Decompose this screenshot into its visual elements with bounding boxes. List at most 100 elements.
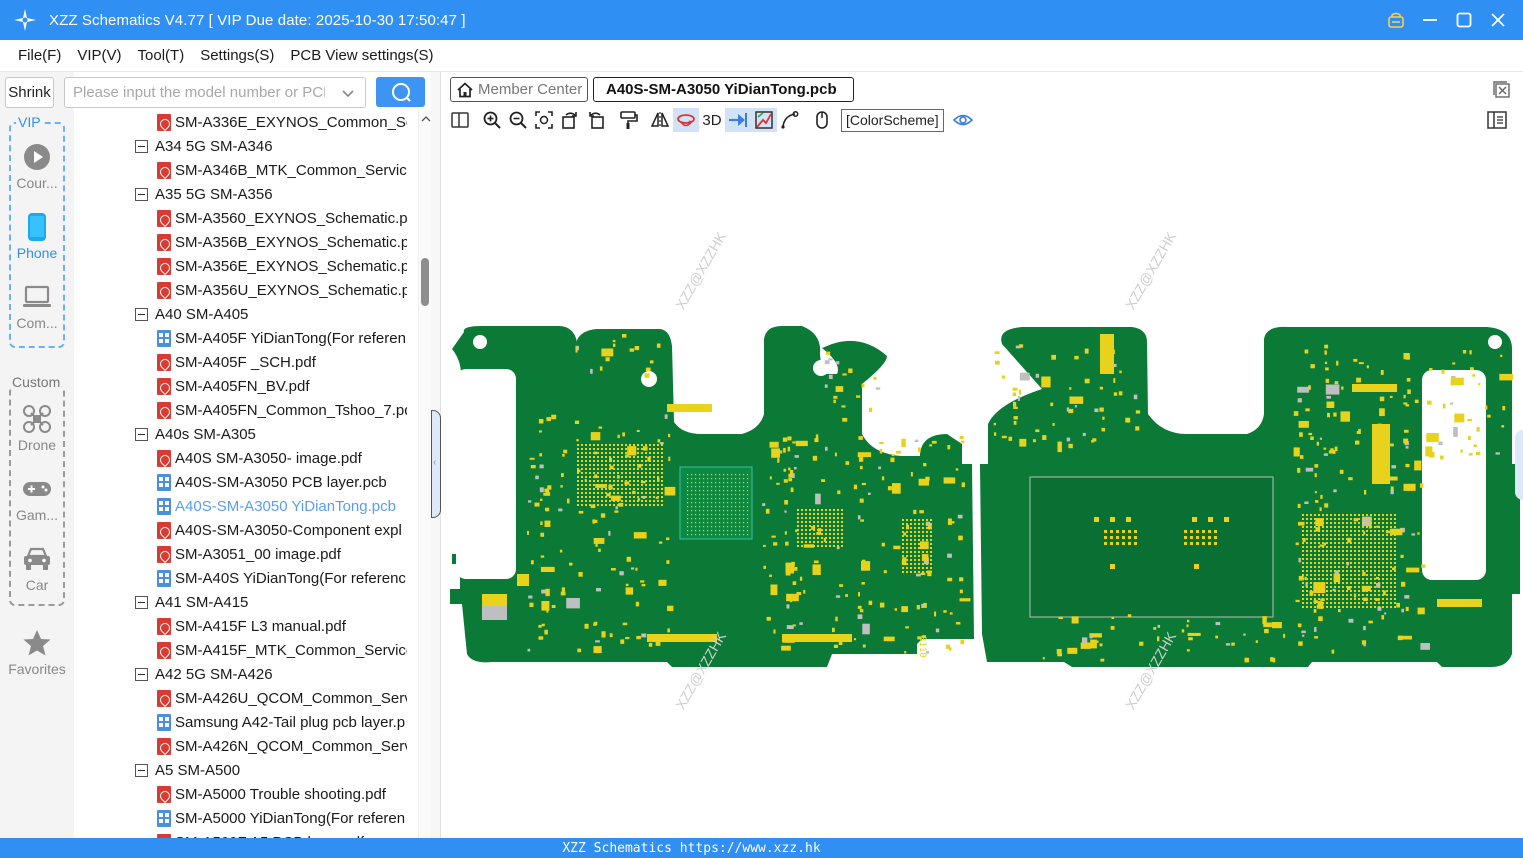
mouse-mode-button[interactable] [809, 108, 835, 132]
lock-icon[interactable] [1385, 9, 1407, 31]
tree-file[interactable]: SM-A346B_MTK_Common_Service_ [157, 158, 407, 182]
fit-view-button[interactable] [531, 108, 557, 132]
rail-item-drone[interactable]: Drone [0, 404, 74, 453]
search-button[interactable] [376, 77, 425, 107]
mirror-button[interactable] [647, 108, 673, 132]
menu-settings[interactable]: Settings(S) [192, 40, 282, 72]
scroll-up-icon[interactable] [421, 114, 431, 124]
tree-file[interactable]: SM-A500F A5 PCB layer.pdf [157, 830, 364, 838]
pcb-file-icon [157, 713, 171, 731]
model-search-field[interactable] [64, 77, 366, 108]
tree-group[interactable]: A40s SM-A305 [135, 422, 256, 446]
tree-group[interactable]: A40 SM-A405 [135, 302, 248, 326]
flip-board-button[interactable] [673, 108, 699, 132]
close-all-tabs-icon[interactable] [1492, 80, 1512, 100]
tab-active-pcb[interactable]: A40S-SM-A3050 YiDianTong.pcb [593, 77, 854, 102]
right-panel-handle[interactable] [1515, 430, 1523, 500]
scrollbar-thumb[interactable] [421, 258, 429, 306]
status-bar: XZZ Schematics https://www.xzz.hk [0, 838, 1523, 858]
maximize-button[interactable] [1453, 9, 1475, 31]
tree-item-label: SM-A426U_QCOM_Common_Servi [175, 689, 407, 707]
panel-splitter[interactable]: ‹ [431, 72, 441, 838]
rail-item-phone[interactable]: Phone [0, 212, 74, 261]
tree-scrollbar[interactable] [418, 110, 431, 838]
side-panel-toggle-icon[interactable] [1486, 109, 1508, 131]
chevron-down-icon[interactable] [340, 85, 356, 101]
tree-file[interactable]: SM-A336E_EXYNOS_Common_Serv [157, 110, 407, 134]
tree-group[interactable]: A41 SM-A415 [135, 590, 248, 614]
pcb-board[interactable]: 3110 [442, 134, 1523, 838]
tree-file[interactable]: SM-A5000 Trouble shooting.pdf [157, 782, 386, 806]
pcb-canvas[interactable]: XZZ@XZZHK XZZ@XZZHK XZZ@XZZHK XZZ@XZZHK … [442, 134, 1523, 838]
visibility-button[interactable] [950, 108, 976, 132]
3d-view-button[interactable]: 3D [699, 112, 725, 129]
tree-file[interactable]: A40S SM-A3050- image.pdf [157, 446, 362, 470]
menu-vip[interactable]: VIP(V) [69, 40, 129, 72]
pcb-file-icon [157, 473, 171, 491]
color-scheme-button[interactable]: [ColorScheme] [841, 108, 944, 132]
shield-frame [1029, 476, 1274, 618]
tree-group[interactable]: A35 5G SM-A356 [135, 182, 273, 206]
trace-view-button[interactable] [751, 108, 777, 132]
tree-file[interactable]: SM-A426N_QCOM_Common_Servi [157, 734, 407, 758]
title-bar: XZZ Schematics V4.77 [ VIP Due date: 202… [0, 0, 1523, 40]
collapse-panel-handle[interactable]: ‹ [431, 410, 441, 518]
mount-hole [932, 348, 948, 364]
pcb-file-icon [157, 809, 171, 827]
rotate-right-button[interactable] [583, 108, 609, 132]
mouse-icon [816, 111, 828, 129]
tree-file[interactable]: SM-A356E_EXYNOS_Schematic.pdf [157, 254, 407, 278]
split-view-button[interactable] [447, 108, 473, 132]
menu-file[interactable]: File(F) [10, 40, 69, 72]
close-button[interactable] [1487, 9, 1509, 31]
tree-item-label: A40S-SM-A3050-Component expl [175, 521, 402, 539]
tree-group[interactable]: A5 SM-A500 [135, 758, 240, 782]
collapse-toggle-icon[interactable] [135, 139, 148, 153]
tree-file[interactable]: Samsung A42-Tail plug pcb layer.p [157, 710, 405, 734]
tree-file[interactable]: SM-A405FN_Common_Tshoo_7.pd [157, 398, 407, 422]
rail-item-courses[interactable]: Cour... [0, 142, 74, 191]
tree-file[interactable]: SM-A405F _SCH.pdf [157, 350, 316, 374]
tree-file[interactable]: SM-A5000 YiDianTong(For referen [157, 806, 405, 830]
tree-file[interactable]: SM-A356B_EXYNOS_Schematic.pdf [157, 230, 407, 254]
measure-button[interactable] [777, 108, 803, 132]
tree-file[interactable]: A40S-SM-A3050-Component expl [157, 518, 402, 542]
tree-item-label: SM-A415F_MTK_Common_Service_ [175, 641, 407, 659]
search-input[interactable] [65, 78, 325, 107]
zoom-out-button[interactable] [505, 108, 531, 132]
rail-item-car[interactable]: Car [0, 544, 74, 593]
minimize-button[interactable] [1419, 9, 1441, 31]
tree-file[interactable]: A40S-SM-A3050 PCB layer.pcb [157, 470, 387, 494]
rail-item-computer[interactable]: Com... [0, 282, 74, 331]
menu-tool[interactable]: Tool(T) [130, 40, 193, 72]
tree-group[interactable]: A42 5G SM-A426 [135, 662, 273, 686]
zoom-in-button[interactable] [479, 108, 505, 132]
tree-group[interactable]: A34 5G SM-A346 [135, 134, 273, 158]
rotate-left-button[interactable] [557, 108, 583, 132]
tree-file[interactable]: SM-A3051_00 image.pdf [157, 542, 341, 566]
shrink-button[interactable]: Shrink [5, 77, 54, 108]
tree-file[interactable]: A40S-SM-A3050 YiDianTong.pcb [157, 494, 396, 518]
tree-file[interactable]: SM-A405FN_BV.pdf [157, 374, 310, 398]
tree-file[interactable]: SM-A415F L3 manual.pdf [157, 614, 346, 638]
collapse-toggle-icon[interactable] [135, 763, 148, 777]
tab-member-center[interactable]: Member Center [450, 77, 588, 102]
tree-file[interactable]: SM-A356U_EXYNOS_Schematic.pdf [157, 278, 407, 302]
collapse-toggle-icon[interactable] [135, 595, 148, 609]
rail-item-favorites[interactable]: Favorites [0, 628, 74, 677]
rail-item-label: Gam... [15, 507, 58, 523]
category-rail: Shrink VIP Cour... Phone Com... Custom D… [0, 72, 74, 838]
tree-file[interactable]: SM-A3560_EXYNOS_Schematic.pdf [157, 206, 407, 230]
rail-item-game[interactable]: Gam... [0, 474, 74, 523]
tree-file[interactable]: SM-A415F_MTK_Common_Service_ [157, 638, 407, 662]
collapse-toggle-icon[interactable] [135, 307, 148, 321]
tree-file[interactable]: SM-A426U_QCOM_Common_Servi [157, 686, 407, 710]
collapse-toggle-icon[interactable] [135, 667, 148, 681]
format-brush-button[interactable] [615, 108, 641, 132]
net-highlight-button[interactable] [725, 108, 751, 132]
collapse-toggle-icon[interactable] [135, 187, 148, 201]
collapse-toggle-icon[interactable] [135, 427, 148, 441]
tree-file[interactable]: SM-A40S YiDianTong(For referenc [157, 566, 406, 590]
menu-pcb-view-settings[interactable]: PCB View settings(S) [282, 40, 441, 72]
tree-file[interactable]: SM-A405F YiDianTong(For referen [157, 326, 406, 350]
